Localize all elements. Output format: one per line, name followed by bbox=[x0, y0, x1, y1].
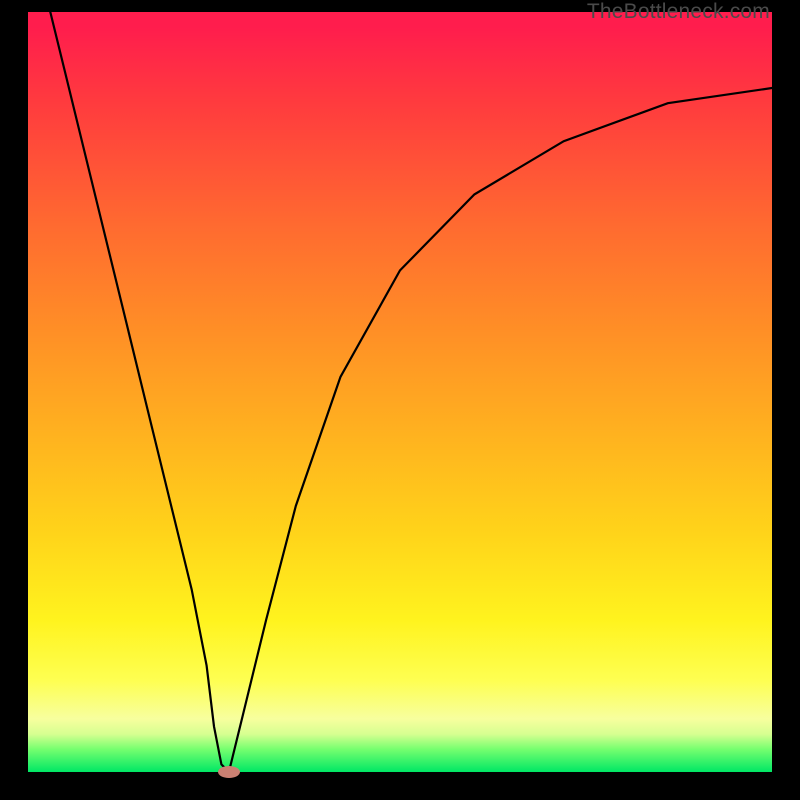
bottleneck-curve bbox=[28, 12, 772, 772]
plot-area bbox=[28, 12, 772, 772]
minimum-marker bbox=[218, 766, 240, 778]
watermark-text: TheBottleneck.com bbox=[587, 0, 770, 24]
chart-frame: TheBottleneck.com bbox=[0, 0, 800, 800]
